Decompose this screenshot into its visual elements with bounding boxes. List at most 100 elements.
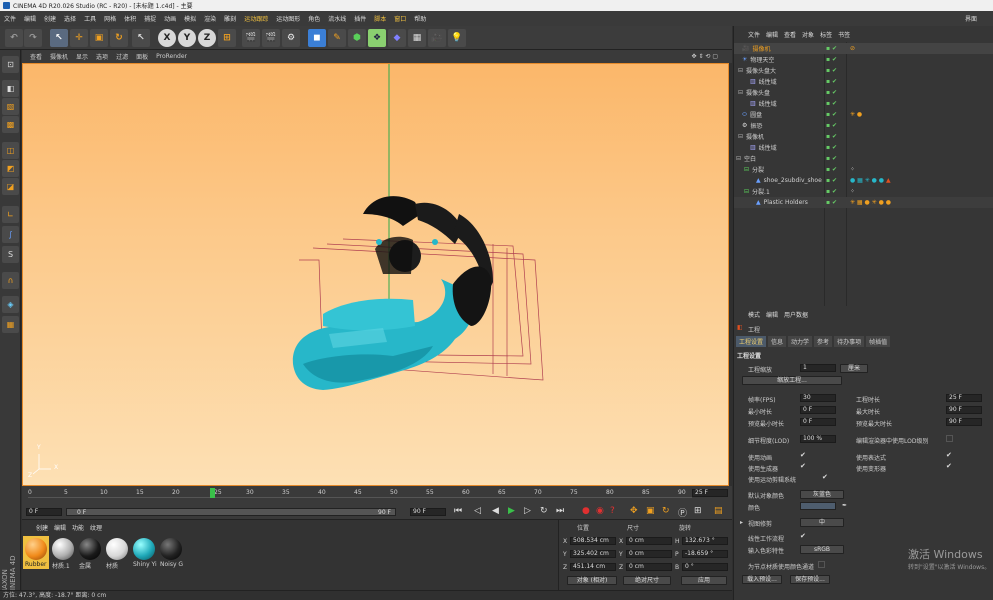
current-frame-field[interactable]: 0 F [26, 508, 62, 516]
tab-dynamics[interactable]: 动力学 [788, 336, 813, 347]
material-item-metal[interactable]: 金属 [77, 536, 103, 570]
project-scale-field[interactable]: 1 [800, 364, 836, 372]
record-icon[interactable]: ● [582, 506, 590, 516]
coord-mode-select[interactable]: 对象 (相对) [567, 576, 617, 585]
use-motion-system-checkbox[interactable]: ✔ [822, 474, 829, 481]
min-time-field[interactable]: 0 F [800, 406, 836, 414]
expand-arrow-icon[interactable]: ▸ [740, 519, 743, 526]
pos-x-field[interactable]: 508.534 cm [570, 537, 616, 545]
rot-p-field[interactable]: -18.659 ° [682, 550, 728, 558]
size-mode-select[interactable]: 绝对尺寸 [623, 576, 671, 585]
size-x-field[interactable]: 0 cm [626, 537, 672, 545]
obj-menu-file[interactable]: 文件 [748, 30, 760, 39]
object-row[interactable]: ⚙ 振恐 ▪ ✔ [734, 120, 993, 131]
rot-b-field[interactable]: 0 ° [682, 563, 728, 571]
use-generators-checkbox[interactable]: ✔ [800, 463, 807, 470]
timeline-window-icon[interactable]: ▤ [714, 506, 723, 516]
menu-help[interactable]: 帮助 [414, 14, 426, 23]
texture-mode-icon[interactable]: ▧ [2, 98, 19, 115]
render-view-icon[interactable]: 🎬 [242, 29, 260, 47]
object-row[interactable]: ▥ 线性域 ▪ ✔ [734, 76, 993, 87]
vp-menu-panel[interactable]: 面板 [136, 52, 148, 61]
menu-window[interactable]: 窗口 [394, 14, 406, 23]
model-mode-icon[interactable]: ◧ [2, 80, 19, 97]
object-row[interactable]: ▲ shoe_2subdiv_shoe ▪ ✔ ● ▦ ✳ ● ● ▲ [734, 175, 993, 186]
menu-create[interactable]: 创建 [44, 14, 56, 23]
pos-z-field[interactable]: 451.14 cm [570, 563, 616, 571]
viewport-nav-icons[interactable]: ✥ ⇕ ⟲ ▢ [692, 53, 718, 60]
tab-interpolation[interactable]: 帧插值 [866, 336, 891, 347]
prev-frame-icon[interactable]: ◀ [492, 506, 499, 516]
obj-menu-edit[interactable]: 编辑 [766, 30, 778, 39]
node-material-checkbox[interactable] [818, 561, 825, 568]
auto-key-icon[interactable]: ◉ [596, 506, 604, 516]
view-clipping-select[interactable]: 中 [800, 518, 844, 527]
use-animation-checkbox[interactable]: ✔ [800, 452, 807, 459]
menu-edit[interactable]: 编辑 [24, 14, 36, 23]
project-duration-field[interactable]: 25 F [946, 394, 982, 402]
default-color-select[interactable]: 灰蓝色 [800, 490, 844, 499]
menu-script[interactable]: 脚本 [374, 14, 386, 23]
prev-key-icon[interactable]: ◁ [474, 506, 481, 516]
vp-menu-display[interactable]: 显示 [76, 52, 88, 61]
workplane-icon[interactable]: ▩ [2, 116, 19, 133]
edges-mode-icon[interactable]: ◩ [2, 160, 19, 177]
key-scale-icon[interactable]: ▣ [646, 506, 655, 516]
floor-icon[interactable]: ▦ [408, 29, 426, 47]
menu-mesh[interactable]: 网格 [104, 14, 116, 23]
input-color-profile-select[interactable]: sRGB [800, 545, 844, 554]
menu-motion-tracking[interactable]: 运动跟踪 [244, 14, 268, 23]
undo-icon[interactable]: ↶ [5, 29, 23, 47]
linear-workflow-checkbox[interactable]: ✔ [800, 533, 807, 540]
object-row[interactable]: ▲ Plastic Holders ▪ ✔ ✳ ▦ ● ✳ ● ● [734, 197, 993, 208]
max-time-field[interactable]: 90 F [946, 406, 982, 414]
x-axis-icon[interactable]: X [158, 29, 176, 47]
tab-todo[interactable]: 待办事项 [834, 336, 865, 347]
play-icon[interactable]: ▶ [508, 506, 515, 516]
deformer-icon[interactable]: ◆ [388, 29, 406, 47]
z-axis-icon[interactable]: Z [198, 29, 216, 47]
snap-icon[interactable]: ◈ [2, 296, 19, 313]
layout-label[interactable]: 界面 [965, 14, 977, 23]
vp-menu-prorender[interactable]: ProRender [156, 53, 187, 60]
vp-menu-filter[interactable]: 过滤 [116, 52, 128, 61]
next-frame-icon[interactable]: ▷ [524, 506, 531, 516]
menu-volume[interactable]: 体积 [124, 14, 136, 23]
menu-sculpt[interactable]: 雕刻 [224, 14, 236, 23]
mat-menu-function[interactable]: 功能 [72, 523, 84, 532]
tweak-icon[interactable]: ∫ [2, 226, 19, 243]
move-icon[interactable]: ✛ [70, 29, 88, 47]
go-end-icon[interactable]: ⏭ [556, 506, 564, 516]
color-swatch[interactable] [800, 502, 836, 510]
object-row[interactable]: ⊟ 分裂 ▪ ✔ ⁘ [734, 164, 993, 175]
preview-max-field[interactable]: 90 F [946, 418, 982, 426]
magnet-icon[interactable]: ∩ [2, 272, 19, 289]
playhead[interactable] [210, 488, 215, 498]
scale-project-button[interactable]: 缩放工程... [742, 376, 842, 385]
size-y-field[interactable]: 0 cm [626, 550, 672, 558]
scale-unit-select[interactable]: 厘米 [840, 364, 868, 373]
object-row[interactable]: ⊟ 摄像头盘 ▪ ✔ [734, 87, 993, 98]
use-expressions-checkbox[interactable]: ✔ [946, 452, 953, 459]
key-info-icon[interactable]: ? [610, 506, 615, 516]
key-param-icon[interactable]: Ⓟ [678, 506, 687, 519]
subdivision-icon[interactable]: ⬢ [348, 29, 366, 47]
lod-field[interactable]: 100 % [800, 435, 836, 443]
y-axis-icon[interactable]: Y [178, 29, 196, 47]
recent-tool-icon[interactable]: ↖ [132, 29, 150, 47]
preview-min-field[interactable]: 0 F [800, 418, 836, 426]
max-frame-field[interactable]: 90 F [410, 508, 446, 516]
obj-menu-tags[interactable]: 标签 [820, 30, 832, 39]
object-row[interactable]: ☀ 物理天空 ▪ ✔ [734, 54, 993, 65]
tab-reference[interactable]: 参考 [814, 336, 833, 347]
obj-menu-view[interactable]: 查看 [784, 30, 796, 39]
use-deformers-checkbox[interactable]: ✔ [946, 463, 953, 470]
object-row[interactable]: ▥ 线性域 ▪ ✔ [734, 142, 993, 153]
material-item-rubber[interactable]: Rubber [23, 536, 49, 569]
object-row[interactable]: ⊟ 分裂.1 ▪ ✔ ⁘ [734, 186, 993, 197]
key-rotate-icon[interactable]: ↻ [662, 506, 670, 516]
menu-render[interactable]: 渲染 [204, 14, 216, 23]
solo-icon[interactable]: S [2, 246, 19, 263]
next-key-icon[interactable]: ↻ [540, 506, 548, 516]
render-picture-viewer-icon[interactable]: 🎬 [262, 29, 280, 47]
